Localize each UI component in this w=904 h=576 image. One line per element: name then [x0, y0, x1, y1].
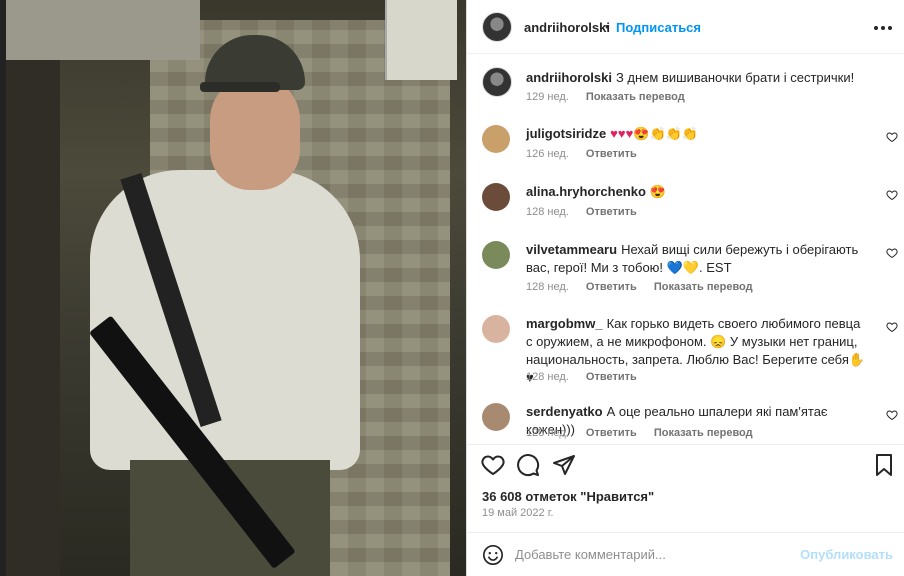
- comment-time[interactable]: 128 нед.: [526, 427, 569, 439]
- comment-text-block: alina.hryhorchenko 😍: [526, 183, 866, 201]
- likes-count[interactable]: 36 608 отметок "Нравится": [482, 489, 654, 504]
- more-options-icon[interactable]: [873, 18, 893, 36]
- comment-item: serdenyatko А оце реально шпалери які пам…: [482, 403, 898, 443]
- comment-meta: 128 нед. Ответить: [526, 206, 651, 218]
- commenter-avatar[interactable]: [482, 183, 510, 211]
- like-icon[interactable]: [481, 453, 505, 477]
- comment-like-icon[interactable]: [886, 321, 898, 336]
- comment-time[interactable]: 128 нед.: [526, 281, 569, 293]
- comment-translate[interactable]: Показать перевод: [654, 281, 753, 293]
- comment-meta: 126 нед. Ответить: [526, 148, 651, 160]
- caption-time[interactable]: 129 нед.: [526, 91, 569, 103]
- post-header: andriihorolski • Подписаться: [467, 0, 904, 54]
- comment-meta: 128 нед. Ответить: [526, 371, 651, 383]
- caption-text-block: andriihorolski З днем вишиваночки брати і…: [526, 69, 866, 87]
- comment-reply-button[interactable]: Ответить: [586, 206, 637, 218]
- comment-text-block: vilvetammearu Нехай вищі сили бережуть і …: [526, 241, 866, 277]
- comment-time[interactable]: 128 нед.: [526, 206, 569, 218]
- photo-person: [40, 30, 370, 576]
- photo-cabinet: [385, 0, 457, 80]
- post-date[interactable]: 19 май 2022 г.: [482, 507, 553, 519]
- comment-reply-button[interactable]: Ответить: [586, 371, 637, 383]
- caption-translate[interactable]: Показать перевод: [586, 91, 685, 103]
- author-avatar[interactable]: [482, 12, 512, 42]
- comment-username[interactable]: margobmw_: [526, 316, 603, 331]
- comment-text-block: juligotsiridze ♥♥♥😍👏👏👏: [526, 125, 866, 143]
- comment-username[interactable]: alina.hryhorchenko: [526, 184, 646, 199]
- comment-text: ♥♥♥😍👏👏👏: [610, 126, 699, 141]
- add-comment-bar: Опубликовать: [467, 532, 904, 576]
- comment-reply-button[interactable]: Ответить: [586, 148, 637, 160]
- comment-icon[interactable]: [516, 453, 540, 477]
- caption-avatar[interactable]: [482, 67, 512, 97]
- author-username[interactable]: andriihorolski: [524, 20, 610, 35]
- follow-button[interactable]: Подписаться: [616, 20, 701, 35]
- share-icon[interactable]: [552, 453, 576, 477]
- caption: andriihorolski З днем вишиваночки брати і…: [482, 67, 892, 107]
- photo-left-edge: [0, 0, 6, 576]
- comment-like-icon[interactable]: [886, 131, 898, 146]
- comment-item: vilvetammearu Нехай вищі сили бережуть і …: [482, 241, 898, 301]
- comment-item: alina.hryhorchenko 😍 128 нед. Ответить: [482, 183, 898, 223]
- comment-username[interactable]: serdenyatko: [526, 404, 603, 419]
- photo-head: [210, 75, 300, 190]
- comment-time[interactable]: 128 нед.: [526, 371, 569, 383]
- post-panel: andriihorolski • Подписаться andriihorol…: [466, 0, 904, 576]
- comment-like-icon[interactable]: [886, 409, 898, 424]
- caption-meta: 129 нед. Показать перевод: [526, 91, 699, 103]
- post-photo[interactable]: [0, 0, 466, 576]
- comments-list[interactable]: andriihorolski З днем вишиваночки брати і…: [467, 55, 904, 444]
- commenter-avatar[interactable]: [482, 125, 510, 153]
- comment-item: juligotsiridze ♥♥♥😍👏👏👏 126 нед. Ответить: [482, 125, 898, 165]
- comment-time[interactable]: 126 нед.: [526, 148, 569, 160]
- comment-reply-button[interactable]: Ответить: [586, 281, 637, 293]
- caption-text: З днем вишиваночки брати і сестрички!: [615, 70, 855, 85]
- commenter-avatar[interactable]: [482, 241, 510, 269]
- commenter-avatar[interactable]: [482, 315, 510, 343]
- caption-username[interactable]: andriihorolski: [526, 70, 612, 85]
- comment-like-icon[interactable]: [886, 247, 898, 262]
- comment-item: margobmw_ Как горько видеть своего любимо…: [482, 315, 898, 391]
- comment-username[interactable]: juligotsiridze: [526, 126, 606, 141]
- action-bar: [467, 444, 904, 484]
- photo-shirt: [90, 170, 360, 470]
- photo-cap-brim: [200, 82, 280, 92]
- emoji-icon[interactable]: [482, 544, 504, 566]
- comment-reply-button[interactable]: Ответить: [586, 427, 637, 439]
- comment-like-icon[interactable]: [886, 189, 898, 204]
- save-icon[interactable]: [872, 453, 896, 477]
- comment-meta: 128 нед. Ответить Показать перевод: [526, 281, 767, 293]
- add-comment-input[interactable]: [515, 543, 815, 565]
- comment-translate[interactable]: Показать перевод: [654, 427, 753, 439]
- comment-meta: 128 нед. Ответить Показать перевод: [526, 427, 767, 439]
- publish-button[interactable]: Опубликовать: [800, 547, 893, 562]
- commenter-avatar[interactable]: [482, 403, 510, 431]
- comment-text: 😍: [649, 184, 667, 199]
- header-separator: •: [605, 19, 610, 34]
- comment-username[interactable]: vilvetammearu: [526, 242, 617, 257]
